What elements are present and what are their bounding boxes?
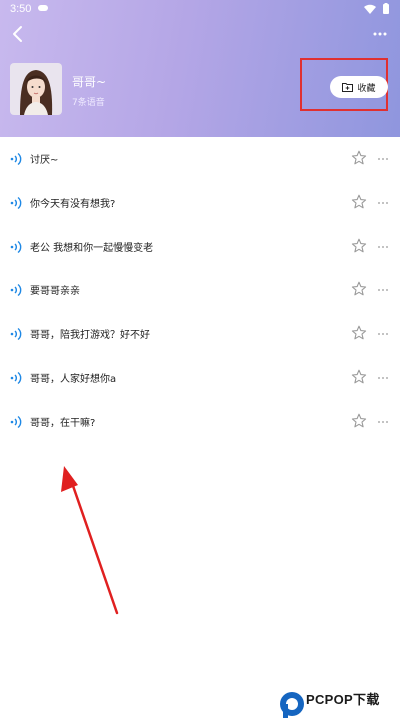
more-dots-icon[interactable] xyxy=(377,420,389,424)
status-time: 3:50 xyxy=(10,3,32,15)
more-dots-icon[interactable] xyxy=(377,157,389,161)
voice-text: 哥哥，在干嘛? xyxy=(30,417,96,429)
character-header: 3:50 哥哥~ 7条语音 收藏 xyxy=(0,0,400,137)
back-button[interactable] xyxy=(6,22,30,46)
more-dots-icon[interactable] xyxy=(377,288,389,292)
star-outline-icon[interactable] xyxy=(351,194,367,210)
sound-wave-icon[interactable] xyxy=(10,327,22,341)
star-outline-icon[interactable] xyxy=(351,325,367,341)
sound-wave-icon[interactable] xyxy=(10,415,22,429)
more-dots-icon[interactable] xyxy=(372,26,388,42)
voice-list: 讨厌~ 你今天有没有想我? 老公 我想和你一起慢慢变老 要哥哥亲亲 哥哥，陪我打… xyxy=(0,137,400,443)
voice-list-item[interactable]: 讨厌~ xyxy=(0,137,400,181)
star-outline-icon[interactable] xyxy=(351,150,367,166)
star-outline-icon[interactable] xyxy=(351,369,367,385)
more-dots-icon[interactable] xyxy=(377,332,389,336)
voice-text: 要哥哥亲亲 xyxy=(30,286,80,298)
battery-icon xyxy=(383,3,389,14)
wifi-icon xyxy=(364,4,376,14)
cloud-icon xyxy=(38,5,48,11)
more-dots-icon[interactable] xyxy=(377,376,389,380)
more-dots-icon[interactable] xyxy=(377,245,389,249)
voice-list-item[interactable]: 哥哥，人家好想你a xyxy=(0,356,400,400)
favorite-label: 收藏 xyxy=(357,83,376,94)
favorite-button[interactable]: 收藏 xyxy=(330,76,388,98)
star-outline-icon[interactable] xyxy=(351,281,367,297)
sound-wave-icon[interactable] xyxy=(10,371,22,385)
star-outline-icon[interactable] xyxy=(351,413,367,429)
character-name: 哥哥~ xyxy=(72,75,107,89)
voice-list-item[interactable]: 老公 我想和你一起慢慢变老 xyxy=(0,225,400,269)
voice-text: 哥哥，人家好想你a xyxy=(30,373,117,385)
voice-text: 老公 我想和你一起慢慢变老 xyxy=(30,242,154,254)
status-bar: 3:50 xyxy=(0,0,400,18)
sound-wave-icon[interactable] xyxy=(10,152,22,166)
voice-list-item[interactable]: 你今天有没有想我? xyxy=(0,181,400,225)
voice-text: 你今天有没有想我? xyxy=(30,198,116,210)
voice-text: 哥哥，陪我打游戏？好不好 xyxy=(30,330,150,341)
avatar xyxy=(10,63,62,115)
more-dots-icon[interactable] xyxy=(377,201,389,205)
voice-list-item[interactable]: 哥哥，在干嘛? xyxy=(0,400,400,444)
sound-wave-icon[interactable] xyxy=(10,196,22,210)
voice-count: 7条语音 xyxy=(72,98,105,108)
watermark-text: PCPOP下载 xyxy=(306,692,380,707)
sound-wave-icon[interactable] xyxy=(10,240,22,254)
voice-text: 讨厌~ xyxy=(30,155,59,166)
voice-list-item[interactable]: 哥哥，陪我打游戏？好不好 xyxy=(0,312,400,356)
star-outline-icon[interactable] xyxy=(351,238,367,254)
voice-list-item[interactable]: 要哥哥亲亲 xyxy=(0,268,400,312)
sound-wave-icon[interactable] xyxy=(10,283,22,297)
folder-plus-icon xyxy=(342,83,354,92)
